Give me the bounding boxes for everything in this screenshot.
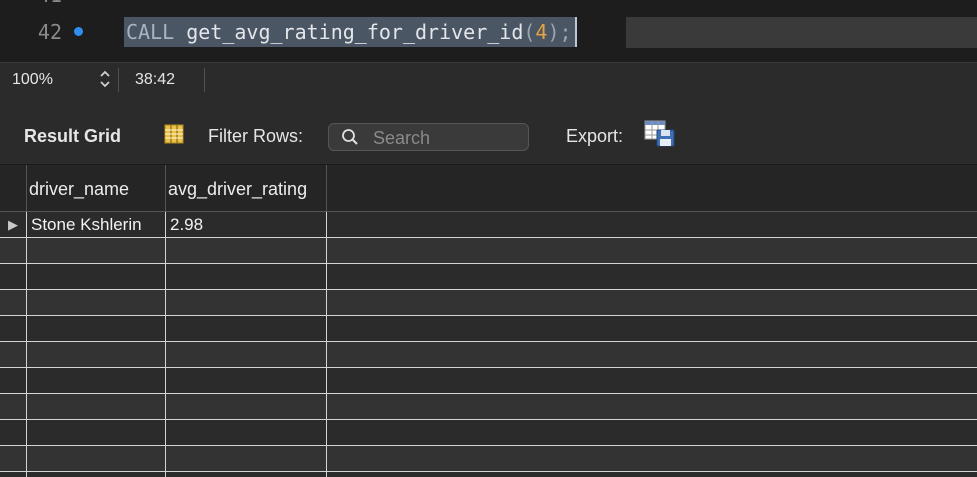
- table-row[interactable]: [0, 394, 977, 420]
- cell-empty: [326, 394, 977, 419]
- result-toolbar: Result Grid Filter Rows: Export:: [0, 96, 977, 165]
- cell-empty[interactable]: [26, 472, 165, 477]
- cell-empty: [326, 342, 977, 367]
- column-header-filler: [326, 165, 977, 211]
- cell-empty[interactable]: [26, 342, 165, 367]
- search-icon: [341, 128, 359, 146]
- cell-empty[interactable]: [165, 368, 326, 393]
- zoom-level[interactable]: 100%: [12, 71, 53, 89]
- cell-empty[interactable]: [165, 472, 326, 477]
- procedure-name: get_avg_rating_for_driver_id: [186, 20, 524, 44]
- cell-avg-driver-rating[interactable]: 2.98: [165, 212, 326, 237]
- table-row[interactable]: [0, 342, 977, 368]
- sql-editor[interactable]: 41 42 CALL get_avg_rating_for_driver_id(…: [0, 0, 977, 62]
- cell-empty[interactable]: [165, 264, 326, 289]
- statement-terminator: ;: [559, 20, 572, 44]
- cell-empty[interactable]: [26, 420, 165, 445]
- cell-empty: [326, 368, 977, 393]
- table-row[interactable]: [0, 290, 977, 316]
- column-header-driver-name[interactable]: driver_name: [26, 165, 165, 211]
- close-paren: ): [547, 20, 560, 44]
- result-grid-tab[interactable]: Result Grid: [24, 126, 121, 147]
- grid-header: driver_name avg_driver_rating: [0, 165, 977, 212]
- cell-empty[interactable]: [26, 290, 165, 315]
- search-input[interactable]: [371, 125, 525, 151]
- filter-search-box[interactable]: [328, 123, 529, 151]
- cell-empty[interactable]: [165, 316, 326, 341]
- cell-empty[interactable]: [165, 238, 326, 263]
- cursor-position: 38:42: [135, 71, 176, 88]
- table-row[interactable]: [0, 264, 977, 290]
- cell-empty: [326, 472, 977, 477]
- cell-empty: [326, 238, 977, 263]
- cell-driver-name[interactable]: Stone Kshlerin: [26, 212, 165, 237]
- editor-line-41: 41: [0, 0, 977, 10]
- current-line-highlight: [626, 17, 977, 48]
- cell-empty[interactable]: [165, 446, 326, 471]
- cell-empty[interactable]: [26, 264, 165, 289]
- cell-empty: [326, 264, 977, 289]
- cell-empty[interactable]: [26, 368, 165, 393]
- table-row[interactable]: [0, 238, 977, 264]
- cell-empty[interactable]: [165, 342, 326, 367]
- table-row[interactable]: [0, 316, 977, 342]
- grid-view-icon[interactable]: [164, 124, 184, 144]
- export-label: Export:: [566, 126, 624, 146]
- cell-empty[interactable]: [26, 316, 165, 341]
- cell-empty: [326, 290, 977, 315]
- cell-empty: [326, 420, 977, 445]
- current-row-arrow-icon: ▶: [8, 217, 18, 232]
- procedure-argument: 4: [535, 20, 548, 44]
- divider: [204, 68, 205, 92]
- export-spreadsheet-icon[interactable]: [644, 120, 676, 148]
- table-row[interactable]: ▶ Stone Kshlerin 2.98: [0, 212, 977, 238]
- cell-empty[interactable]: [165, 420, 326, 445]
- editor-status-bar: 100% 38:42: [0, 62, 977, 97]
- table-row[interactable]: [0, 368, 977, 394]
- line-number: 42: [37, 20, 62, 44]
- cell-empty[interactable]: [26, 238, 165, 263]
- cell-empty[interactable]: [26, 446, 165, 471]
- sql-keyword: CALL: [126, 20, 175, 44]
- cell-empty[interactable]: [165, 290, 326, 315]
- divider: [118, 68, 119, 92]
- cell-empty: [326, 446, 977, 471]
- statement-marker-icon: [74, 27, 83, 36]
- table-row[interactable]: [0, 472, 977, 477]
- cell-empty[interactable]: [165, 394, 326, 419]
- chevron-up-down-icon[interactable]: [96, 68, 114, 90]
- column-header-avg-driver-rating[interactable]: avg_driver_rating: [165, 165, 326, 211]
- result-grid[interactable]: driver_name avg_driver_rating ▶ Stone Ks…: [0, 165, 977, 477]
- filter-rows-label: Filter Rows:: [208, 126, 304, 146]
- selected-sql-statement[interactable]: CALL get_avg_rating_for_driver_id(4);: [124, 17, 577, 47]
- cell-empty[interactable]: [26, 394, 165, 419]
- line-number: 41: [38, 0, 62, 7]
- cell-empty: [326, 316, 977, 341]
- table-row[interactable]: [0, 420, 977, 446]
- cell-empty: [326, 212, 977, 237]
- table-row[interactable]: [0, 446, 977, 472]
- open-paren: (: [523, 20, 536, 44]
